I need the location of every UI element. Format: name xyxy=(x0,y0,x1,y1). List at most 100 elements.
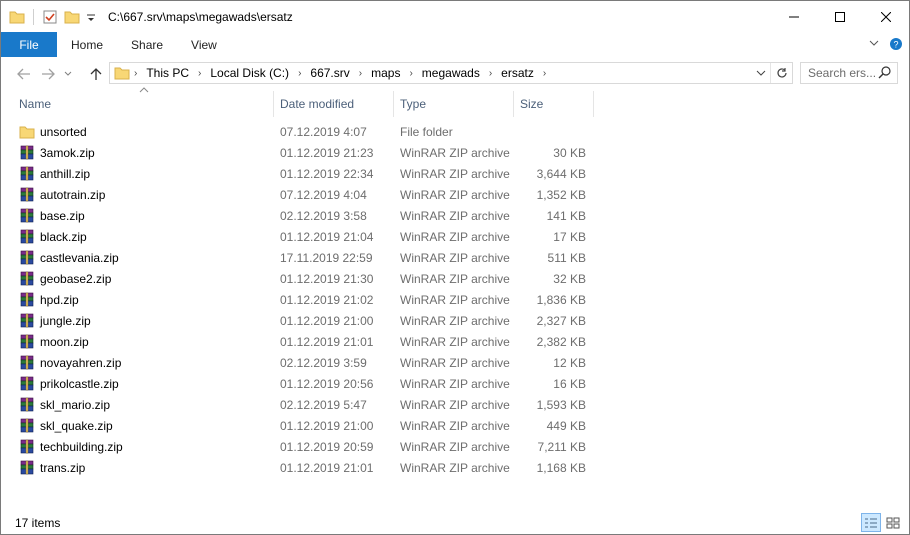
file-name: trans.zip xyxy=(40,461,86,475)
close-button[interactable] xyxy=(863,1,909,32)
tab-home[interactable]: Home xyxy=(57,32,117,57)
minimize-button[interactable] xyxy=(771,1,817,32)
file-row[interactable]: anthill.zip 01.12.2019 22:34 WinRAR ZIP … xyxy=(1,164,909,185)
file-name: castlevania.zip xyxy=(40,251,119,265)
file-date: 01.12.2019 21:01 xyxy=(280,461,374,475)
customize-toolbar-icon[interactable] xyxy=(86,9,96,25)
svg-text:?: ? xyxy=(893,40,898,50)
file-row[interactable]: prikolcastle.zip 01.12.2019 20:56 WinRAR… xyxy=(1,374,909,395)
folder-icon[interactable] xyxy=(9,9,25,25)
file-row[interactable]: techbuilding.zip 01.12.2019 20:59 WinRAR… xyxy=(1,437,909,458)
file-row[interactable]: trans.zip 01.12.2019 21:01 WinRAR ZIP ar… xyxy=(1,458,909,479)
file-row[interactable]: skl_quake.zip 01.12.2019 21:00 WinRAR ZI… xyxy=(1,416,909,437)
winrar-archive-icon xyxy=(19,334,35,350)
breadcrumb-this-pc[interactable]: This PC xyxy=(141,66,194,80)
file-row[interactable]: castlevania.zip 17.11.2019 22:59 WinRAR … xyxy=(1,248,909,269)
file-row[interactable]: skl_mario.zip 02.12.2019 5:47 WinRAR ZIP… xyxy=(1,395,909,416)
window-title: C:\667.srv\maps\megawads\ersatz xyxy=(108,9,293,24)
column-divider[interactable] xyxy=(593,91,594,117)
file-type: WinRAR ZIP archive xyxy=(400,272,510,286)
file-size: 449 KB xyxy=(546,419,586,433)
help-icon[interactable]: ? xyxy=(889,37,903,54)
up-button[interactable] xyxy=(85,63,107,85)
file-row[interactable]: geobase2.zip 01.12.2019 21:30 WinRAR ZIP… xyxy=(1,269,909,290)
breadcrumb-maps[interactable]: maps xyxy=(366,66,405,80)
winrar-archive-icon xyxy=(19,313,35,329)
search-input[interactable]: Search ers... xyxy=(800,62,898,84)
file-date: 07.12.2019 4:04 xyxy=(280,188,367,202)
breadcrumb-megawads[interactable]: megawads xyxy=(417,66,485,80)
winrar-archive-icon xyxy=(19,208,35,224)
column-header-size[interactable]: Size xyxy=(514,91,593,117)
tab-file[interactable]: File xyxy=(1,32,57,57)
column-header-name[interactable]: Name xyxy=(13,91,273,117)
back-button[interactable] xyxy=(13,63,35,85)
file-type: WinRAR ZIP archive xyxy=(400,146,510,160)
winrar-archive-icon xyxy=(19,439,35,455)
file-size: 511 KB xyxy=(547,251,586,265)
file-row[interactable]: hpd.zip 01.12.2019 21:02 WinRAR ZIP arch… xyxy=(1,290,909,311)
refresh-icon[interactable] xyxy=(770,63,792,83)
properties-icon[interactable] xyxy=(42,9,58,25)
file-row[interactable]: jungle.zip 01.12.2019 21:00 WinRAR ZIP a… xyxy=(1,311,909,332)
file-size: 1,593 KB xyxy=(536,398,586,412)
file-date: 01.12.2019 21:02 xyxy=(280,293,374,307)
breadcrumb-local-disk[interactable]: Local Disk (C:) xyxy=(205,66,294,80)
chevron-right-icon[interactable]: › xyxy=(355,68,366,79)
file-size: 1,352 KB xyxy=(536,188,586,202)
file-row[interactable]: base.zip 02.12.2019 3:58 WinRAR ZIP arch… xyxy=(1,206,909,227)
chevron-right-icon[interactable]: › xyxy=(294,68,305,79)
breadcrumb-667-srv[interactable]: 667.srv xyxy=(305,66,354,80)
large-icons-view-button[interactable] xyxy=(883,513,903,532)
new-folder-icon[interactable] xyxy=(64,9,80,25)
file-type: WinRAR ZIP archive xyxy=(400,314,510,328)
file-type: WinRAR ZIP archive xyxy=(400,251,510,265)
winrar-archive-icon xyxy=(19,166,35,182)
winrar-archive-icon xyxy=(19,250,35,266)
tab-view[interactable]: View xyxy=(177,32,231,57)
file-name: unsorted xyxy=(40,125,87,139)
file-size: 2,327 KB xyxy=(536,314,586,328)
file-row[interactable]: autotrain.zip 07.12.2019 4:04 WinRAR ZIP… xyxy=(1,185,909,206)
file-name: novayahren.zip xyxy=(40,356,122,370)
chevron-right-icon[interactable]: › xyxy=(405,68,416,79)
column-header-date[interactable]: Date modified xyxy=(274,91,393,117)
file-size: 3,644 KB xyxy=(536,167,586,181)
file-row[interactable]: 3amok.zip 01.12.2019 21:23 WinRAR ZIP ar… xyxy=(1,143,909,164)
details-view-button[interactable] xyxy=(861,513,881,532)
maximize-button[interactable] xyxy=(817,1,863,32)
file-type: File folder xyxy=(400,125,453,139)
address-dropdown-icon[interactable] xyxy=(752,63,770,83)
file-size: 12 KB xyxy=(553,356,586,370)
file-row[interactable]: novayahren.zip 02.12.2019 3:59 WinRAR ZI… xyxy=(1,353,909,374)
file-size: 16 KB xyxy=(553,377,586,391)
file-size: 32 KB xyxy=(553,272,586,286)
file-date: 01.12.2019 21:23 xyxy=(280,146,374,160)
file-type: WinRAR ZIP archive xyxy=(400,293,510,307)
expand-ribbon-icon[interactable] xyxy=(869,37,879,54)
chevron-right-icon[interactable]: › xyxy=(539,68,550,79)
file-date: 01.12.2019 20:59 xyxy=(280,440,374,454)
search-placeholder: Search ers... xyxy=(808,66,877,80)
breadcrumb-ersatz[interactable]: ersatz xyxy=(496,66,539,80)
file-row[interactable]: black.zip 01.12.2019 21:04 WinRAR ZIP ar… xyxy=(1,227,909,248)
column-header-type[interactable]: Type xyxy=(394,91,513,117)
file-date: 01.12.2019 21:00 xyxy=(280,419,374,433)
file-row[interactable]: unsorted 07.12.2019 4:07 File folder xyxy=(1,122,909,143)
chevron-right-icon[interactable]: › xyxy=(194,68,205,79)
tab-share[interactable]: Share xyxy=(117,32,177,57)
file-name: jungle.zip xyxy=(40,314,91,328)
status-bar: 17 items xyxy=(1,511,909,535)
file-date: 01.12.2019 21:04 xyxy=(280,230,374,244)
address-bar[interactable]: › This PC › Local Disk (C:) › 667.srv › … xyxy=(109,62,793,84)
column-headers: Name Date modified Type Size xyxy=(1,91,909,117)
search-icon[interactable] xyxy=(878,65,892,82)
file-type: WinRAR ZIP archive xyxy=(400,398,510,412)
file-size xyxy=(520,122,586,143)
chevron-right-icon[interactable]: › xyxy=(485,68,496,79)
chevron-right-icon[interactable]: › xyxy=(130,68,141,79)
forward-button[interactable] xyxy=(37,63,59,85)
recent-locations-icon[interactable] xyxy=(61,63,75,85)
file-date: 02.12.2019 5:47 xyxy=(280,398,367,412)
file-row[interactable]: moon.zip 01.12.2019 21:01 WinRAR ZIP arc… xyxy=(1,332,909,353)
